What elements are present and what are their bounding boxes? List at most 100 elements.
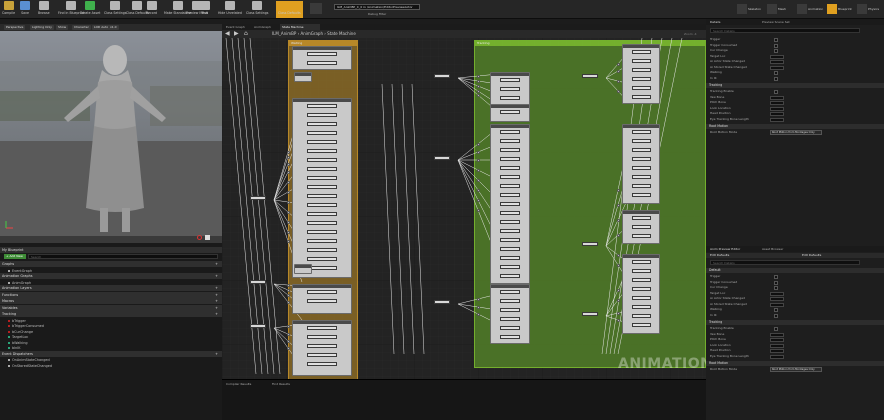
tab-anim-preview-editor[interactable]: Anim Preview Editor bbox=[710, 246, 740, 252]
add-icon[interactable]: + bbox=[215, 351, 218, 357]
details-section[interactable]: Root Motion bbox=[706, 124, 884, 129]
pose-node[interactable] bbox=[307, 335, 337, 339]
transition-rule-icon[interactable] bbox=[616, 69, 620, 73]
add-icon[interactable]: + bbox=[215, 292, 218, 298]
toolbar-button-2[interactable]: Browse bbox=[38, 1, 50, 18]
debug-object-select[interactable]: ILM_AnimBP_C_0 in /Animation/EditorPrevi… bbox=[334, 4, 420, 10]
pose-node[interactable] bbox=[631, 216, 651, 220]
pose-node[interactable] bbox=[500, 193, 520, 197]
transition-rule-icon[interactable] bbox=[616, 79, 620, 83]
pose-node[interactable] bbox=[631, 130, 651, 134]
transition-rule-icon[interactable] bbox=[286, 190, 290, 194]
pose-node[interactable] bbox=[307, 203, 337, 207]
pose-node[interactable] bbox=[631, 287, 651, 291]
property-checkbox[interactable] bbox=[774, 275, 778, 279]
details-search-input[interactable]: Search Details bbox=[710, 28, 860, 33]
pose-node[interactable] bbox=[631, 184, 651, 188]
details-section[interactable]: Tracking bbox=[706, 83, 884, 88]
bp-section-0[interactable]: Graphs + bbox=[0, 261, 222, 267]
pose-node[interactable] bbox=[500, 290, 520, 294]
root-motion-select[interactable]: Root Motion from Montages Only bbox=[770, 130, 822, 135]
entry-node-left-3[interactable] bbox=[250, 324, 266, 328]
property-value-field[interactable] bbox=[770, 54, 784, 59]
property-value-field[interactable] bbox=[770, 297, 784, 301]
entry-node-right-2[interactable] bbox=[582, 242, 598, 246]
pose-node[interactable] bbox=[307, 344, 337, 348]
pose-node[interactable] bbox=[307, 290, 337, 294]
pose-node[interactable] bbox=[500, 238, 520, 242]
transition-rule-icon[interactable] bbox=[616, 263, 620, 267]
property-checkbox[interactable] bbox=[774, 280, 778, 285]
pose-node[interactable] bbox=[307, 299, 337, 303]
pose-node[interactable] bbox=[307, 140, 337, 144]
preview-viewport[interactable]: Perspective Lighting Only Show Character LOD… bbox=[0, 24, 222, 243]
mode-button-4[interactable]: Physics bbox=[855, 2, 883, 17]
pose-node[interactable] bbox=[500, 87, 520, 91]
bp-section-3[interactable]: Functions + bbox=[0, 291, 222, 298]
pose-node[interactable] bbox=[631, 269, 651, 273]
pose-node[interactable] bbox=[631, 68, 651, 72]
add-icon[interactable]: + bbox=[215, 273, 218, 279]
transition-rule-icon[interactable] bbox=[286, 230, 290, 234]
transition-rule-icon[interactable] bbox=[616, 188, 620, 192]
transition-rule-icon[interactable] bbox=[476, 158, 480, 162]
bp-section-5[interactable]: Variables + bbox=[0, 304, 222, 311]
pose-node[interactable] bbox=[307, 221, 337, 225]
transition-rule-icon[interactable] bbox=[476, 188, 480, 192]
property-value-field[interactable] bbox=[770, 106, 784, 111]
entry-node-mid-3[interactable] bbox=[434, 300, 450, 304]
edit-defaults-left[interactable]: Edit Defaults bbox=[710, 253, 729, 258]
transition-rule-icon[interactable] bbox=[476, 89, 480, 93]
transition-rule-icon[interactable] bbox=[476, 150, 480, 154]
play-icon[interactable] bbox=[310, 3, 322, 14]
mode-button-3[interactable]: Blueprint bbox=[825, 2, 853, 17]
pose-node[interactable] bbox=[307, 52, 337, 56]
pose-node[interactable] bbox=[307, 131, 337, 135]
transition-rule-icon[interactable] bbox=[286, 300, 290, 304]
pose-node[interactable] bbox=[500, 229, 520, 233]
transition-rule-icon[interactable] bbox=[286, 162, 290, 166]
transition-rule-icon[interactable] bbox=[616, 89, 620, 93]
pose-node[interactable] bbox=[500, 157, 520, 161]
pose-node[interactable] bbox=[631, 157, 651, 161]
pose-node[interactable] bbox=[500, 335, 520, 339]
viewport-button-3[interactable]: Character bbox=[72, 25, 91, 30]
property-value-field[interactable] bbox=[770, 60, 784, 64]
pose-node[interactable] bbox=[631, 305, 651, 309]
pose-node[interactable] bbox=[307, 167, 337, 171]
toolbar-button-10[interactable]: Find bbox=[200, 1, 210, 18]
pose-node[interactable] bbox=[500, 184, 520, 188]
pose-node[interactable] bbox=[500, 166, 520, 170]
pose-node[interactable] bbox=[631, 278, 651, 282]
pose-node[interactable] bbox=[631, 193, 651, 197]
transition-rule-icon[interactable] bbox=[286, 155, 290, 159]
property-value-field[interactable] bbox=[770, 291, 784, 296]
transition-rule-icon[interactable] bbox=[616, 318, 620, 322]
transition-rule-icon[interactable] bbox=[476, 312, 480, 316]
property-checkbox[interactable] bbox=[774, 90, 778, 94]
transition-rule-icon[interactable] bbox=[476, 93, 480, 97]
details-section[interactable]: Tracking bbox=[706, 320, 884, 325]
property-value-field[interactable] bbox=[770, 112, 784, 116]
property-checkbox[interactable] bbox=[774, 327, 778, 331]
record-icon[interactable] bbox=[197, 235, 202, 240]
state-right-2[interactable] bbox=[622, 124, 660, 204]
pose-node[interactable] bbox=[500, 110, 520, 114]
pose-node[interactable] bbox=[307, 122, 337, 126]
transition-rule-icon[interactable] bbox=[286, 324, 290, 328]
pose-node[interactable] bbox=[500, 78, 520, 82]
transition-rule-icon[interactable] bbox=[616, 311, 620, 315]
transition-rule-icon[interactable] bbox=[616, 288, 620, 292]
transition-rule-icon[interactable] bbox=[476, 198, 480, 202]
details-section[interactable]: Default bbox=[706, 268, 884, 273]
transition-rule-icon[interactable] bbox=[616, 62, 620, 66]
mode-button-1[interactable]: Mesh bbox=[765, 2, 793, 17]
toolbar-button-4[interactable]: Create Asset bbox=[80, 1, 100, 18]
pose-node[interactable] bbox=[631, 139, 651, 143]
entry-node-left[interactable] bbox=[250, 196, 266, 200]
mode-button-2[interactable]: Animation bbox=[795, 2, 823, 17]
pose-node[interactable] bbox=[307, 230, 337, 234]
transition-rule-icon[interactable] bbox=[286, 346, 290, 350]
pose-node[interactable] bbox=[631, 59, 651, 63]
transition-rule-icon[interactable] bbox=[476, 84, 480, 88]
